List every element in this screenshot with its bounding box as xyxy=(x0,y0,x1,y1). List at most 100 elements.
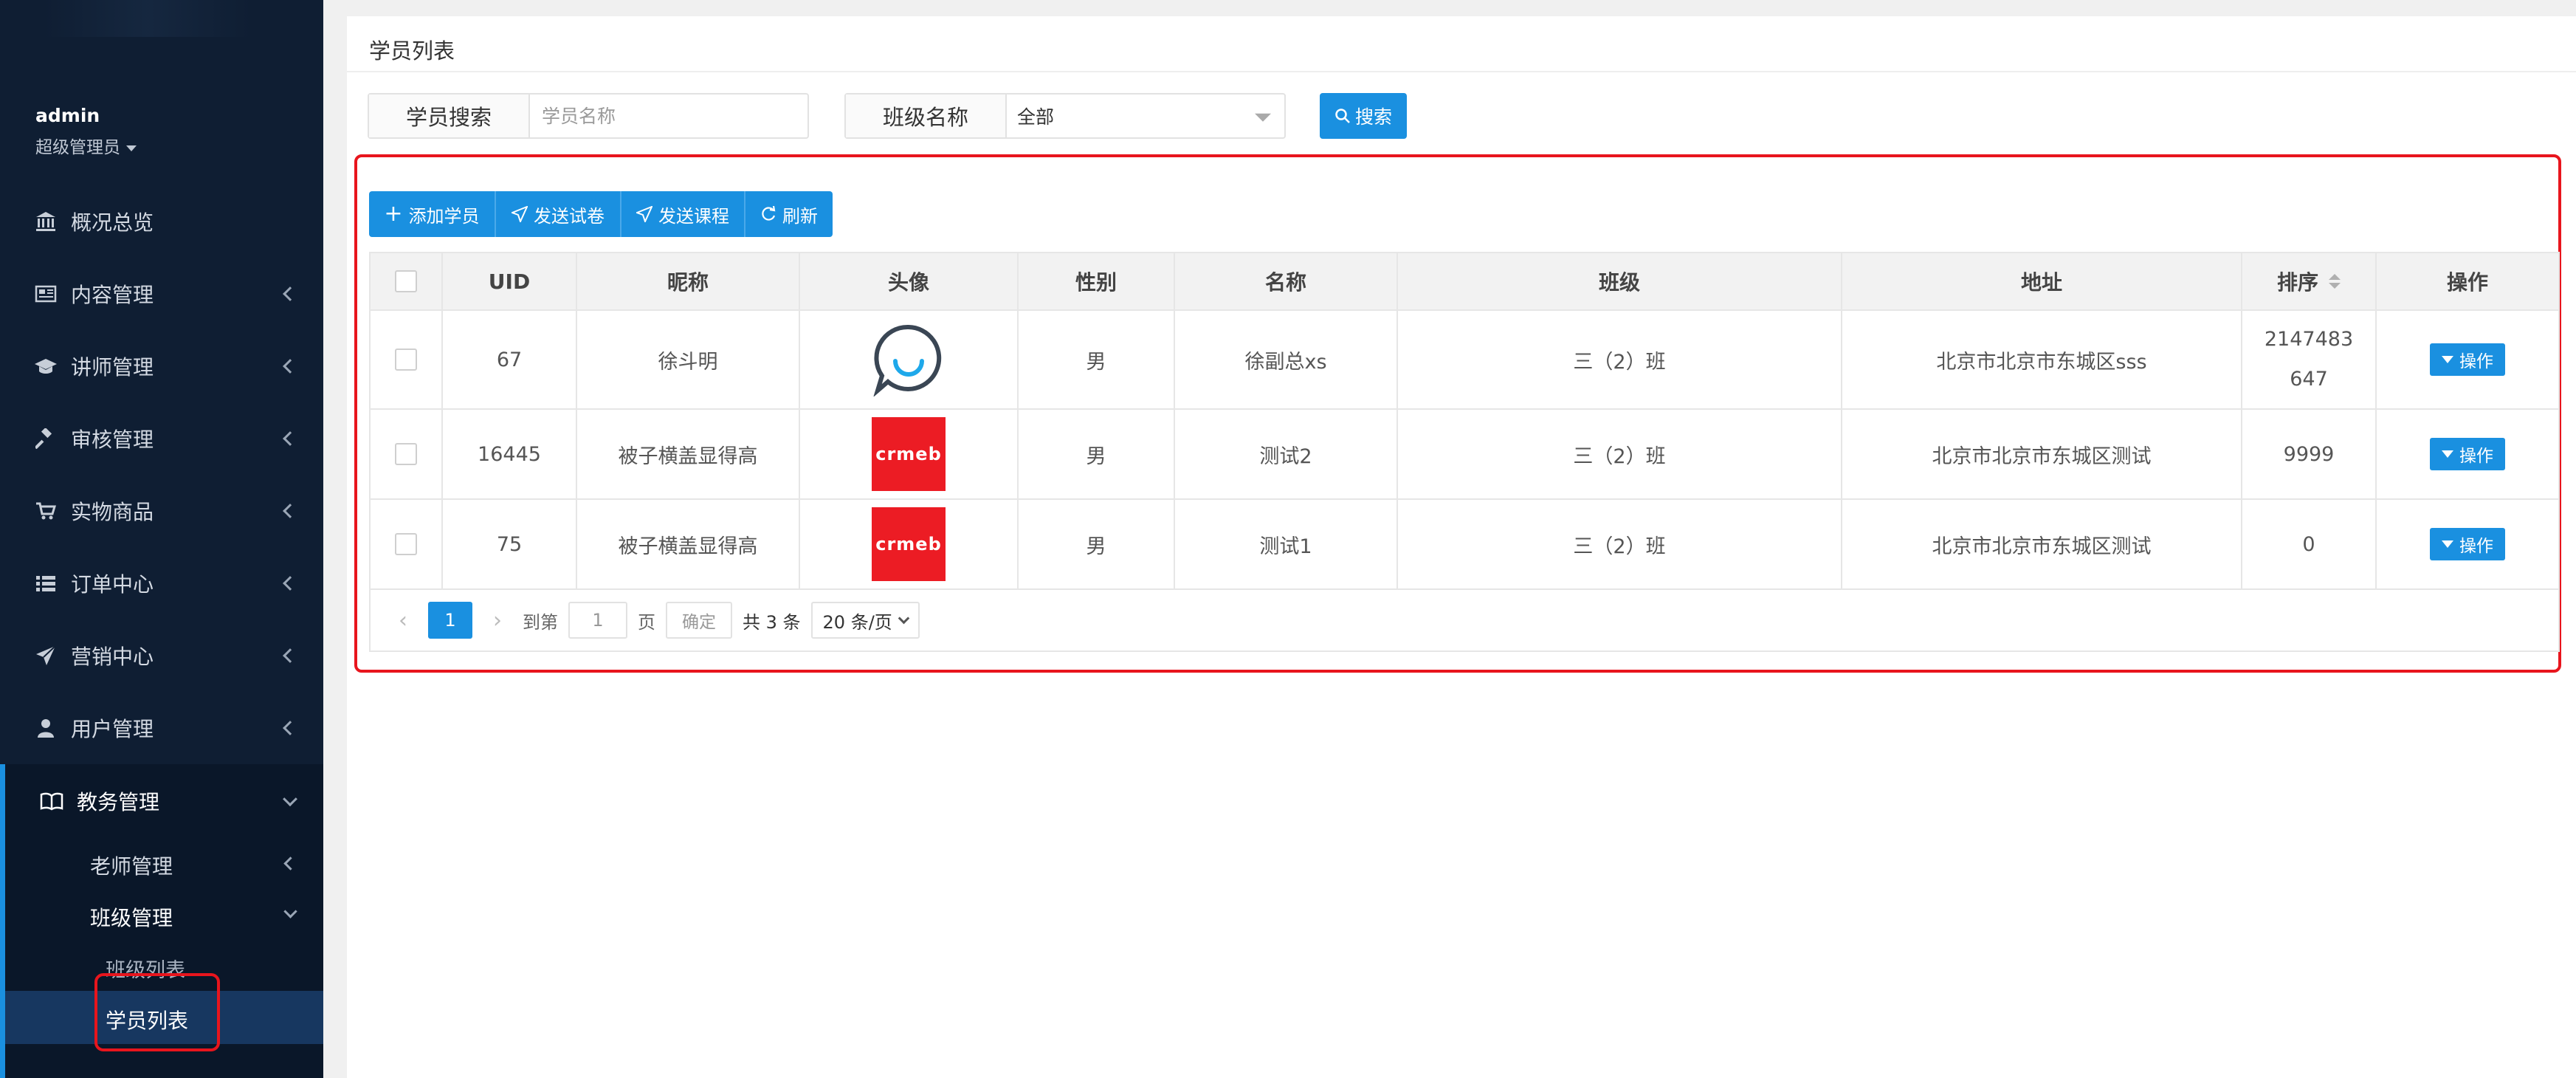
user-role-dropdown[interactable]: 超级管理员 xyxy=(35,133,137,158)
user-role-label: 超级管理员 xyxy=(35,138,120,157)
header-nickname: 昵称 xyxy=(577,253,800,309)
divider xyxy=(347,71,2576,72)
action-dropdown-button[interactable]: 操作 xyxy=(2430,438,2505,470)
select-all-cell xyxy=(371,253,443,309)
cell-sort-line2: 647 xyxy=(2290,368,2328,391)
chevron-left-icon xyxy=(283,431,297,446)
cell-address: 北京市北京市东城区测试 xyxy=(1842,410,2242,498)
send-icon xyxy=(512,206,528,222)
sidebar-item-label: 教务管理 xyxy=(77,790,160,814)
chevron-down-icon xyxy=(898,612,910,624)
sidebar-item-lecturer[interactable]: 讲师管理 xyxy=(0,333,323,399)
cell-sort: 9999 xyxy=(2242,410,2377,498)
sidebar-item-goods[interactable]: 实物商品 xyxy=(0,478,323,544)
crmeb-logo-avatar: crmeb xyxy=(872,507,946,581)
caret-down-icon xyxy=(2442,356,2453,363)
header-address: 地址 xyxy=(1842,253,2242,309)
sidebar-item-teacher-mgmt[interactable]: 老师管理 xyxy=(90,851,173,880)
chevron-left-icon xyxy=(283,576,297,591)
header-action: 操作 xyxy=(2446,270,2488,295)
cell-class: 三（2）班 xyxy=(1398,500,1842,588)
prev-page-button[interactable]: ‹ xyxy=(388,602,418,639)
next-page-button[interactable]: › xyxy=(483,602,512,639)
table-row: 75 被子横盖显得高 crmeb 男 测试1 三（2）班 北京市北京市东城区测试… xyxy=(371,500,2558,590)
goto-confirm-button[interactable]: 确定 xyxy=(666,602,732,639)
caret-down-icon xyxy=(1255,113,1271,122)
refresh-icon xyxy=(762,206,776,221)
row-checkbox[interactable] xyxy=(395,349,417,371)
select-all-checkbox[interactable] xyxy=(395,270,417,292)
header-name: 名称 xyxy=(1175,253,1398,309)
students-table: UID 昵称 头像 性别 名称 班级 地址 排序 操作 67 徐斗明 男 徐副总… xyxy=(369,252,2560,652)
goto-page-input[interactable]: 1 xyxy=(568,602,627,639)
sidebar-item-users[interactable]: 用户管理 xyxy=(0,695,323,761)
chevron-left-icon xyxy=(283,286,297,301)
cell-nickname: 被子横盖显得高 xyxy=(577,500,800,588)
class-select[interactable]: 全部 xyxy=(1007,95,1284,137)
class-select-value: 全部 xyxy=(1017,106,1055,128)
send-icon xyxy=(636,206,652,222)
cell-action: 操作 xyxy=(2377,500,2558,588)
class-filter-label: 班级名称 xyxy=(846,95,1007,137)
row-select-cell xyxy=(371,311,443,408)
action-dropdown-button[interactable]: 操作 xyxy=(2430,528,2505,560)
table-header-row: UID 昵称 头像 性别 名称 班级 地址 排序 操作 xyxy=(371,253,2558,311)
chevron-down-icon xyxy=(283,792,297,807)
send-paper-button[interactable]: 发送试卷 xyxy=(496,191,621,237)
table-row: 16445 被子横盖显得高 crmeb 男 测试2 三（2）班 北京市北京市东城… xyxy=(371,410,2558,500)
class-filter-group: 班级名称 全部 xyxy=(844,93,1286,139)
sidebar-item-overview[interactable]: 概况总览 xyxy=(0,188,323,255)
row-select-cell xyxy=(371,500,443,588)
row-checkbox[interactable] xyxy=(395,533,417,555)
add-student-button[interactable]: + 添加学员 xyxy=(369,191,496,237)
current-page-button[interactable]: 1 xyxy=(428,602,472,639)
sidebar-item-label: 用户管理 xyxy=(71,717,154,741)
cell-sort: 0 xyxy=(2242,500,2377,588)
action-label: 操作 xyxy=(2459,447,2493,466)
sidebar-item-marketing[interactable]: 营销中心 xyxy=(0,622,323,689)
graduation-cap-icon xyxy=(34,354,58,378)
sidebar: admin 超级管理员 概况总览 内容管理 讲师管理 审核管理 实物商品 订单中… xyxy=(0,0,323,1078)
sidebar-item-content[interactable]: 内容管理 xyxy=(0,261,323,327)
cell-nickname: 徐斗明 xyxy=(577,311,800,408)
row-checkbox[interactable] xyxy=(395,443,417,465)
sidebar-item-orders[interactable]: 订单中心 xyxy=(0,550,323,617)
sidebar-item-label: 实物商品 xyxy=(71,500,154,524)
sidebar-item-label: 概况总览 xyxy=(71,210,154,235)
cell-address: 北京市北京市东城区测试 xyxy=(1842,500,2242,588)
pagination: ‹ 1 › 到第 1 页 确定 共 3 条 20 条/页 xyxy=(371,590,2558,650)
sidebar-item-label: 讲师管理 xyxy=(71,355,154,380)
header-avatar: 头像 xyxy=(800,253,1019,309)
refresh-button[interactable]: 刷新 xyxy=(745,191,833,237)
search-icon xyxy=(1335,109,1350,123)
total-count: 共 3 条 xyxy=(743,611,801,633)
row-select-cell xyxy=(371,410,443,498)
sidebar-item-review[interactable]: 审核管理 xyxy=(0,405,323,472)
search-button[interactable]: 搜索 xyxy=(1320,93,1407,139)
plus-icon: + xyxy=(384,201,403,227)
cell-gender: 男 xyxy=(1019,410,1175,498)
page-size-select[interactable]: 20 条/页 xyxy=(810,602,920,639)
logo xyxy=(44,0,251,37)
send-course-button[interactable]: 发送课程 xyxy=(621,191,745,237)
cell-address: 北京市北京市东城区sss xyxy=(1842,311,2242,408)
refresh-label: 刷新 xyxy=(782,205,818,227)
cell-gender: 男 xyxy=(1019,311,1175,408)
cell-sort-line1: 2147483 xyxy=(2264,328,2354,351)
student-search-input[interactable] xyxy=(530,95,807,137)
cell-uid: 75 xyxy=(443,500,577,588)
sidebar-item-label: 审核管理 xyxy=(71,428,154,452)
cell-class: 三（2）班 xyxy=(1398,311,1842,408)
add-student-label: 添加学员 xyxy=(408,205,480,227)
header-sort[interactable]: 排序 xyxy=(2242,253,2377,309)
search-button-label: 搜索 xyxy=(1354,106,1392,128)
student-search-label: 学员搜索 xyxy=(369,95,530,137)
goto-suffix-label: 页 xyxy=(638,611,655,633)
cell-class: 三（2）班 xyxy=(1398,410,1842,498)
bank-icon xyxy=(34,210,58,233)
action-dropdown-button[interactable]: 操作 xyxy=(2430,343,2505,376)
sidebar-item-class-mgmt[interactable]: 班级管理 xyxy=(90,902,173,932)
action-label: 操作 xyxy=(2459,352,2493,371)
sidebar-item-academic[interactable]: 教务管理 xyxy=(0,768,323,834)
cell-avatar: crmeb xyxy=(800,410,1019,498)
